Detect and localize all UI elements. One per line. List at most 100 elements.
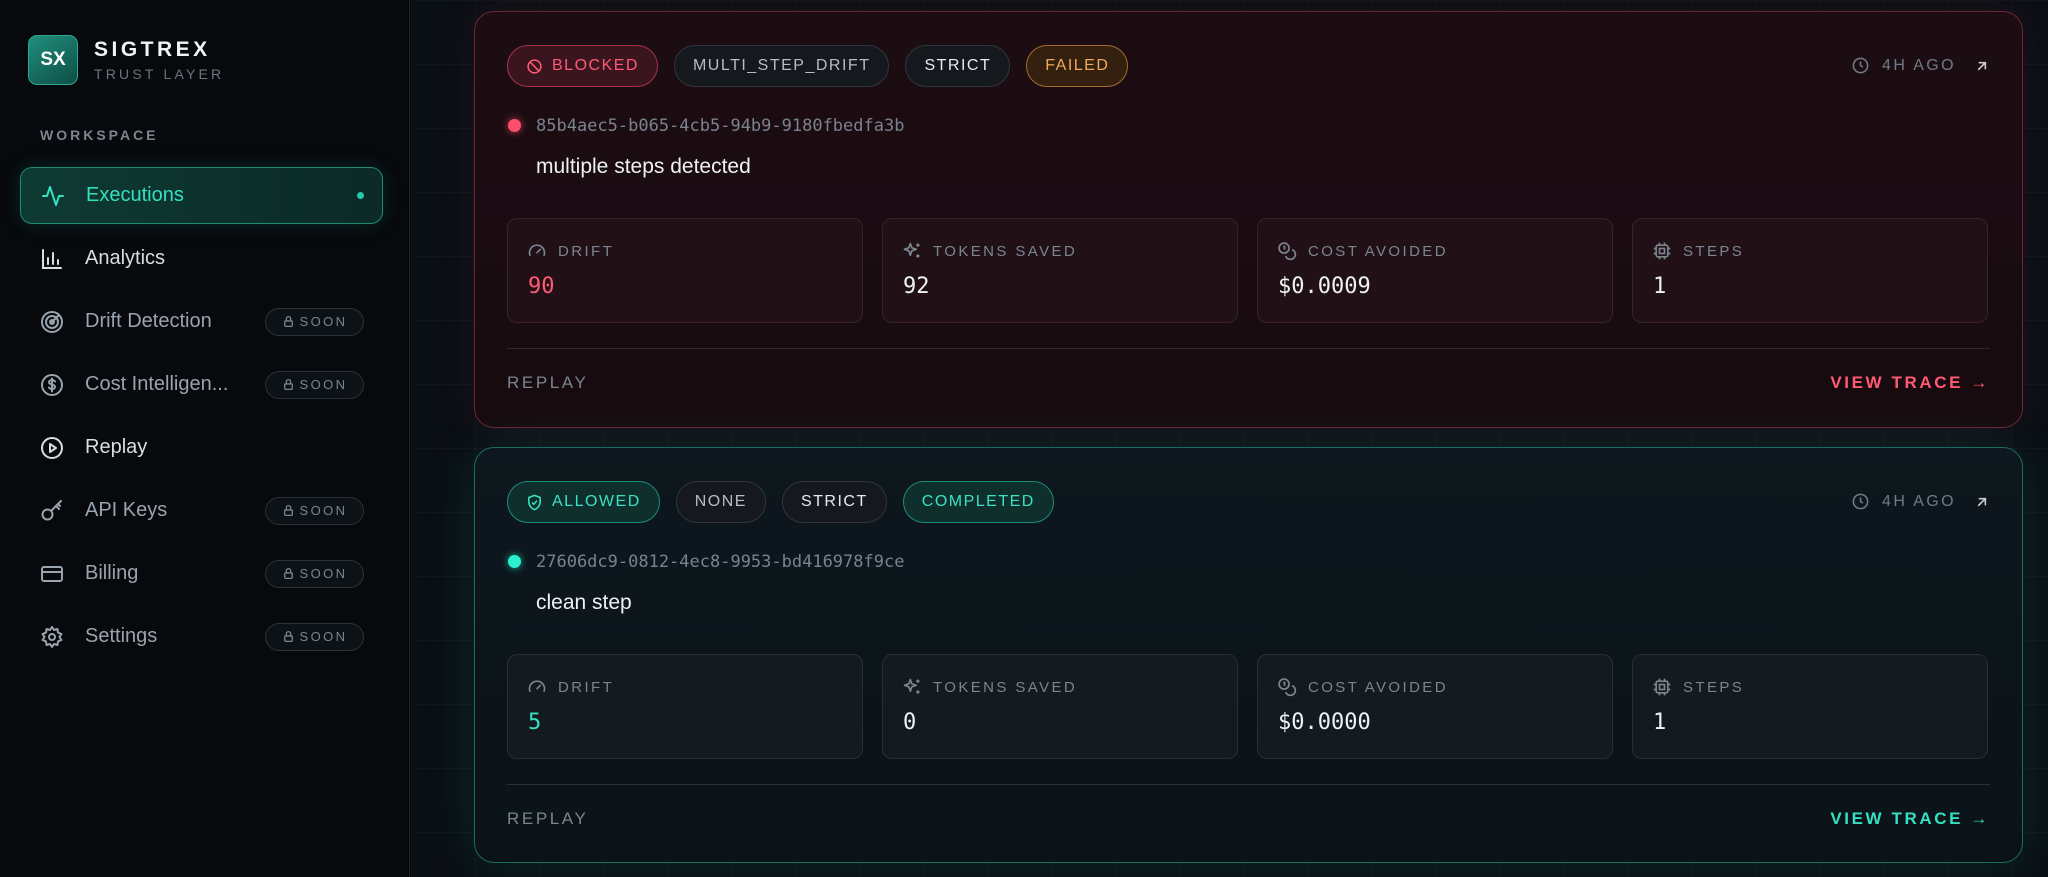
sidebar-item-label: Settings	[85, 625, 158, 647]
gauge-icon	[528, 680, 546, 692]
execution-message: clean step	[536, 591, 632, 614]
execution-id: 27606dc9-0812-4ec8-9953-bd416978f9ce	[536, 552, 905, 572]
sidebar-item-api-keys[interactable]: API Keys SOON	[20, 482, 383, 539]
sidebar: SX SIGTREX TRUST LAYER WORKSPACE Executi…	[0, 0, 410, 877]
soon-badge: SOON	[265, 496, 364, 525]
view-trace-link[interactable]: VIEW TRACE →	[1830, 809, 1990, 829]
metrics-row: DRIFT 90 TOKENS SAVED 92 COST AVOIDED $0…	[507, 218, 2007, 323]
replay-link[interactable]: REPLAY	[507, 373, 588, 393]
lock-icon	[283, 315, 293, 328]
status-dot	[508, 119, 521, 132]
timestamp: 4H AGO	[1851, 492, 1990, 511]
sidebar-item-billing[interactable]: Billing SOON	[20, 545, 383, 602]
execution-card[interactable]: ALLOWED NONE STRICT COMPLETED 4H AGO 276…	[474, 447, 2023, 863]
mode-badge: STRICT	[905, 45, 1011, 87]
shield-check-icon	[528, 494, 541, 510]
soon-badge: SOON	[265, 559, 364, 588]
sidebar-item-settings[interactable]: Settings SOON	[20, 608, 383, 665]
view-trace-link[interactable]: VIEW TRACE →	[1830, 373, 1990, 393]
credit-card-icon	[39, 561, 65, 587]
bar-chart-icon	[39, 246, 65, 272]
metric-drift: DRIFT 5	[507, 654, 863, 759]
sidebar-item-label: Executions	[86, 184, 184, 206]
mode-badge: STRICT	[781, 481, 887, 523]
sidebar-item-replay[interactable]: Replay	[20, 419, 383, 476]
lock-icon	[283, 567, 293, 580]
coins-icon	[1278, 678, 1297, 697]
drift-type-badge: MULTI_STEP_DRIFT	[673, 45, 890, 87]
sidebar-item-label: Cost Intelligen...	[85, 373, 229, 395]
sidebar-item-drift-detection[interactable]: Drift Detection SOON	[20, 293, 383, 350]
play-circle-icon	[39, 435, 65, 461]
badge-row: ALLOWED NONE STRICT COMPLETED	[507, 481, 1070, 523]
ban-icon	[527, 58, 542, 74]
sidebar-nav: Executions Analytics Drift Detection SOO…	[20, 167, 383, 671]
executions-list: BLOCKED MULTI_STEP_DRIFT STRICT FAILED 4…	[411, 0, 2048, 877]
steps-value: 1	[1653, 710, 1667, 735]
sparkles-icon	[903, 678, 920, 694]
tokens-saved-value: 0	[903, 710, 917, 735]
sidebar-item-cost-intelligence[interactable]: Cost Intelligen... SOON	[20, 356, 383, 413]
cost-avoided-value: $0.0000	[1278, 710, 1371, 735]
lock-icon	[283, 630, 293, 643]
timestamp: 4H AGO	[1851, 56, 1990, 75]
sparkles-icon	[903, 242, 920, 258]
lock-icon	[283, 504, 293, 517]
cost-avoided-value: $0.0009	[1278, 274, 1371, 299]
result-badge: FAILED	[1026, 45, 1129, 87]
drift-type-badge: NONE	[675, 481, 766, 523]
sidebar-item-label: API Keys	[85, 499, 168, 521]
card-divider	[507, 348, 1990, 349]
sidebar-item-label: Analytics	[85, 247, 166, 269]
radar-icon	[39, 309, 65, 335]
active-indicator-dot	[357, 192, 364, 199]
execution-message: multiple steps detected	[536, 155, 751, 178]
replay-link[interactable]: REPLAY	[507, 809, 588, 829]
key-icon	[39, 498, 65, 524]
soon-badge: SOON	[265, 622, 364, 651]
sidebar-item-label: Replay	[85, 436, 148, 458]
drift-value: 5	[528, 710, 542, 735]
external-link-icon[interactable]	[1974, 58, 1990, 74]
brand-subtitle: TRUST LAYER	[94, 66, 225, 82]
sidebar-item-label: Drift Detection	[85, 310, 212, 332]
coins-icon	[1278, 242, 1297, 261]
cpu-icon	[1653, 242, 1671, 260]
gauge-icon	[528, 244, 546, 256]
metrics-row: DRIFT 5 TOKENS SAVED 0 COST AVOIDED $0.0…	[507, 654, 2007, 759]
lock-icon	[283, 378, 293, 391]
brand-logo: SX	[28, 35, 78, 85]
tokens-saved-value: 92	[903, 274, 930, 299]
workspace-section-label: WORKSPACE	[40, 127, 159, 143]
status-badge: ALLOWED	[507, 481, 660, 523]
metric-steps: STEPS 1	[1632, 654, 1988, 759]
brand-name: SIGTREX	[94, 38, 211, 61]
metric-tokens-saved: TOKENS SAVED 0	[882, 654, 1238, 759]
cpu-icon	[1653, 678, 1671, 696]
sidebar-item-label: Billing	[85, 562, 139, 584]
gear-icon	[39, 624, 65, 650]
card-divider	[507, 784, 1990, 785]
execution-id: 85b4aec5-b065-4cb5-94b9-9180fbedfa3b	[536, 116, 905, 136]
metric-drift: DRIFT 90	[507, 218, 863, 323]
status-dot	[508, 555, 521, 568]
activity-icon	[40, 183, 66, 209]
result-badge: COMPLETED	[902, 481, 1054, 523]
soon-badge: SOON	[265, 370, 364, 399]
execution-card[interactable]: BLOCKED MULTI_STEP_DRIFT STRICT FAILED 4…	[474, 11, 2023, 428]
steps-value: 1	[1653, 274, 1667, 299]
status-badge: BLOCKED	[507, 45, 658, 87]
external-link-icon[interactable]	[1974, 494, 1990, 510]
brand[interactable]: SX SIGTREX TRUST LAYER	[28, 35, 224, 85]
sidebar-item-executions[interactable]: Executions	[20, 167, 383, 224]
badge-row: BLOCKED MULTI_STEP_DRIFT STRICT FAILED	[507, 45, 1144, 87]
metric-steps: STEPS 1	[1632, 218, 1988, 323]
drift-value: 90	[528, 274, 555, 299]
soon-badge: SOON	[265, 307, 364, 336]
dollar-circle-icon	[39, 372, 65, 398]
clock-icon	[1852, 57, 1869, 74]
sidebar-item-analytics[interactable]: Analytics	[20, 230, 383, 287]
metric-tokens-saved: TOKENS SAVED 92	[882, 218, 1238, 323]
metric-cost-avoided: COST AVOIDED $0.0000	[1257, 654, 1613, 759]
clock-icon	[1852, 493, 1869, 510]
